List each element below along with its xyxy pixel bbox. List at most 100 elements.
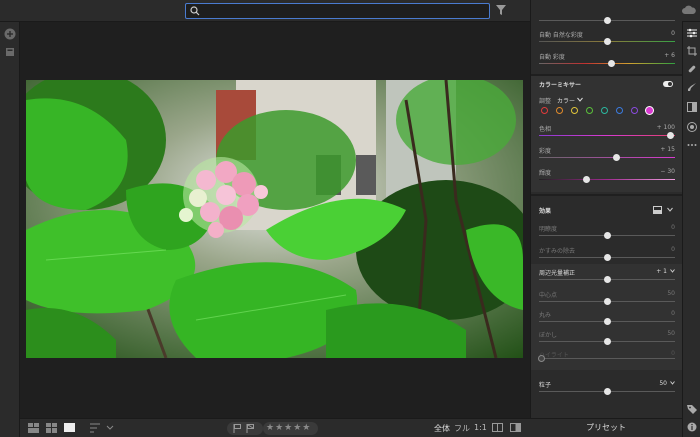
slider-track	[539, 157, 675, 158]
cloud-icon[interactable]	[682, 5, 696, 15]
slider-track	[539, 358, 675, 359]
photo-canvas[interactable]	[20, 22, 529, 418]
slider-mix-saturation[interactable]: 彩度 + 15	[539, 146, 675, 164]
split-view-icon[interactable]	[510, 423, 521, 433]
slider-saturation[interactable]: 自動 彩度 + 6	[539, 52, 675, 70]
slider-thumb[interactable]	[583, 176, 591, 183]
radial-gradient-icon[interactable]	[687, 122, 697, 132]
mask-icon[interactable]	[653, 206, 662, 214]
adjust-label: 調整	[539, 98, 552, 105]
slider-value[interactable]: 0	[671, 246, 675, 253]
slider-thumb[interactable]	[603, 254, 611, 261]
color-swatch-yellow[interactable]	[571, 107, 578, 114]
slider-grain[interactable]: 粒子 50	[539, 380, 675, 398]
color-swatch-purple[interactable]	[631, 107, 638, 114]
slider-thumb[interactable]	[538, 355, 546, 362]
edit-sliders-icon[interactable]	[687, 28, 697, 38]
slider-highlights[interactable]: ハイライト 0	[538, 350, 675, 368]
color-swatch-orange[interactable]	[556, 107, 563, 114]
slider-thumb[interactable]	[603, 232, 611, 239]
zoom-fill-option[interactable]: フル	[454, 423, 470, 434]
slider-clarity[interactable]: 明瞭度 0	[539, 224, 675, 242]
slider-thumb[interactable]	[603, 38, 611, 45]
slider-dehaze[interactable]: かすみの除去 0	[539, 246, 675, 264]
slider-value[interactable]: 50	[659, 380, 667, 387]
slider-vignette[interactable]: 周辺光量補正 + 1	[539, 268, 675, 286]
slider-thumb[interactable]	[603, 318, 611, 325]
slider-roundness[interactable]: 丸み 0	[539, 310, 675, 328]
color-swatch-green[interactable]	[586, 107, 593, 114]
grid-view-icon[interactable]	[46, 423, 58, 433]
color-swatch-blue[interactable]	[616, 107, 623, 114]
zoom-fit-option[interactable]: 全体	[434, 423, 450, 434]
slider-label: 中心点	[539, 292, 558, 299]
star-rating[interactable]: ★★★★★	[263, 422, 318, 435]
slider-value[interactable]: 50	[667, 330, 675, 337]
flag-group	[227, 422, 263, 435]
search-input[interactable]	[204, 5, 484, 17]
color-swatch-aqua[interactable]	[601, 107, 608, 114]
slider-value[interactable]: − 30	[660, 168, 675, 175]
chevron-down-icon[interactable]	[670, 381, 675, 385]
effects-section: 効果 明瞭度 0 かすみの除去 0 周辺光量補正 + 1 中心点 50 丸み 0…	[531, 196, 682, 418]
color-swatch-magenta[interactable]	[646, 107, 653, 114]
library-icon[interactable]	[4, 46, 16, 58]
slider-value[interactable]: 0	[671, 30, 675, 37]
presets-button[interactable]: プリセット	[530, 418, 682, 437]
slider-label: 丸み	[539, 312, 552, 319]
info-icon[interactable]	[687, 422, 697, 432]
slider-thumb[interactable]	[613, 154, 621, 161]
slider-luminance[interactable]: 輝度 − 30	[539, 168, 675, 186]
brush-icon[interactable]	[687, 82, 697, 92]
color-swatch-red[interactable]	[541, 107, 548, 114]
slider-value[interactable]: + 6	[664, 52, 675, 59]
slider-track-partial[interactable]	[539, 14, 675, 28]
edit-panel: 自動 自然な彩度 0 自動 彩度 + 6 カラーミキサー 調整 カラー 色相 +…	[530, 0, 682, 437]
slider-thumb[interactable]	[603, 17, 611, 24]
tool-strip	[682, 22, 700, 437]
search-icon	[190, 6, 200, 16]
slider-thumb[interactable]	[603, 276, 611, 283]
chevron-down-icon[interactable]	[670, 269, 675, 273]
reject-flag-icon[interactable]	[246, 424, 255, 433]
slider-label: 輝度	[539, 170, 552, 177]
slider-thumb[interactable]	[667, 132, 675, 139]
flag-icon[interactable]	[233, 424, 242, 433]
slider-value[interactable]: + 15	[660, 146, 675, 153]
slider-value[interactable]: 50	[667, 290, 675, 297]
linear-gradient-icon[interactable]	[687, 102, 697, 112]
detail-view-icon[interactable]	[64, 423, 76, 433]
healing-brush-icon[interactable]	[687, 64, 697, 74]
slider-thumb[interactable]	[603, 338, 611, 345]
add-photo-icon[interactable]	[4, 28, 16, 40]
slider-thumb[interactable]	[607, 60, 615, 67]
slider-feather[interactable]: ぼかし 50	[539, 330, 675, 348]
sort-icon[interactable]	[90, 423, 102, 433]
compare-icon[interactable]	[492, 423, 503, 433]
search-box[interactable]	[185, 3, 490, 19]
tag-icon[interactable]	[687, 404, 697, 414]
grid-square-icon[interactable]	[28, 423, 40, 433]
slider-vibrance[interactable]: 自動 自然な彩度 0	[539, 30, 675, 48]
slider-value[interactable]: + 1	[656, 268, 667, 275]
slider-value[interactable]: 0	[671, 350, 675, 357]
more-icon[interactable]	[687, 140, 697, 150]
filter-icon[interactable]	[496, 5, 506, 16]
chevron-down-icon[interactable]	[577, 97, 583, 102]
slider-thumb[interactable]	[603, 388, 611, 395]
slider-value[interactable]: 0	[671, 310, 675, 317]
photo-image[interactable]	[26, 80, 523, 358]
slider-label: 自動 彩度	[539, 54, 565, 61]
adjust-dropdown[interactable]: カラー	[557, 96, 575, 105]
slider-hue[interactable]: 色相 + 100	[539, 124, 675, 142]
chevron-down-icon[interactable]	[106, 423, 114, 433]
slider-midpoint[interactable]: 中心点 50	[539, 290, 675, 308]
crop-icon[interactable]	[687, 46, 697, 56]
slider-label: ぼかし	[539, 332, 558, 339]
slider-value[interactable]: + 100	[657, 124, 675, 131]
zoom-1to1-option[interactable]: 1:1	[474, 423, 487, 432]
slider-thumb[interactable]	[603, 298, 611, 305]
chevron-down-icon[interactable]	[667, 207, 673, 212]
toggle-switch-icon[interactable]	[663, 81, 673, 87]
slider-value[interactable]: 0	[671, 224, 675, 231]
